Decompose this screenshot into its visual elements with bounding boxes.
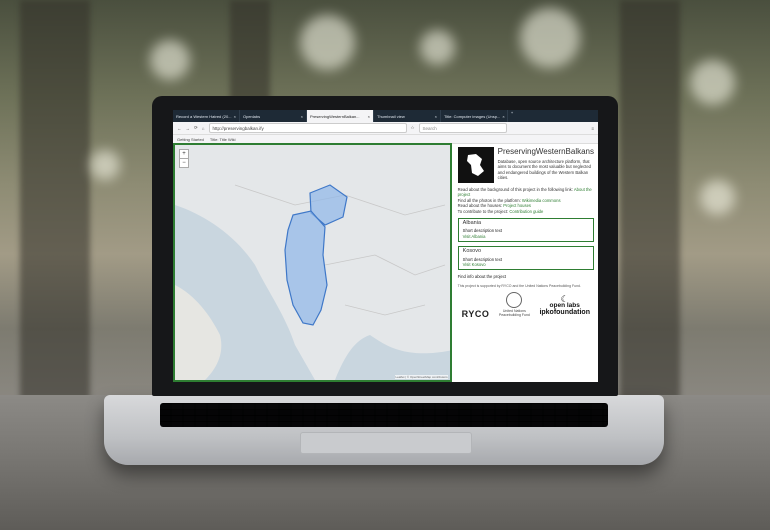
zoom-out-button[interactable]: −: [180, 158, 188, 167]
ipko-text: ipkofoundation: [539, 309, 590, 317]
zoom-control: + −: [179, 149, 189, 168]
tab-label: Title: Computer images (Unsp...: [444, 113, 501, 119]
map-silhouette-icon: [466, 154, 484, 176]
browser-tab-bar: Record a Western Hatred (20... × Openlabs…: [173, 110, 598, 122]
bg-text: Read about the background of this projec…: [457, 187, 573, 192]
reload-icon[interactable]: ⟳: [194, 125, 198, 131]
menu-icon[interactable]: ≡: [591, 126, 594, 131]
laptop-base: [104, 395, 664, 465]
un-logo: United Nations Peacebuilding Fund: [499, 292, 530, 317]
read-text: Read about the houses:: [457, 203, 503, 209]
tab-label: Record a Western Hatred (20...: [176, 113, 232, 119]
page-content: + − Leaflet | © OpenStreetMap contributo…: [173, 143, 598, 382]
card-title: Albania: [462, 220, 482, 227]
browser-nav-bar: ← → ⟳ ⌂ http://preservingbalkan.ify ☆ Se…: [173, 122, 598, 135]
un-globe-icon: [506, 292, 523, 309]
visit-link[interactable]: Visit Albania: [463, 234, 589, 239]
links-block: Read about the background of this projec…: [458, 187, 594, 214]
browser-tab[interactable]: Thumbnail view ×: [374, 110, 441, 122]
url-bar[interactable]: http://preservingbalkan.ify: [208, 123, 407, 133]
trackpad: [300, 432, 472, 454]
wikimedia-link[interactable]: Wikimedia commons: [522, 198, 561, 203]
page-title: PreservingWesternBalkans: [497, 147, 594, 156]
close-icon[interactable]: ×: [368, 114, 370, 119]
map-canvas: [175, 145, 450, 380]
visit-link[interactable]: Visit Kosovo: [463, 262, 589, 267]
tab-label: Thumbnail view: [377, 113, 405, 119]
bookmark-star-icon[interactable]: ☆: [411, 125, 415, 131]
un-text-2: Peacebuilding Fund: [498, 313, 530, 318]
search-input[interactable]: Search: [418, 123, 507, 133]
new-tab-icon[interactable]: +: [508, 110, 516, 122]
info-panel: PreservingWesternBalkans Database, open …: [452, 143, 598, 382]
search-placeholder: Search: [422, 125, 437, 131]
zoom-in-button[interactable]: +: [180, 150, 188, 158]
bookmark-item[interactable]: Getting Started: [177, 137, 204, 142]
browser-tab[interactable]: Record a Western Hatred (20... ×: [173, 110, 240, 122]
card-title: Kosovo: [462, 248, 482, 255]
country-card[interactable]: Kosovo Short description text Visit Koso…: [457, 246, 594, 271]
contrib-text: To contribute to the project:: [457, 208, 509, 214]
browser-tab-active[interactable]: PreservingWesternBalkan... ×: [307, 110, 374, 122]
close-icon[interactable]: ×: [435, 114, 437, 119]
houses-link[interactable]: Project houses: [503, 203, 531, 208]
close-icon[interactable]: ×: [234, 114, 236, 119]
back-icon[interactable]: ←: [177, 126, 182, 131]
browser-tab[interactable]: Title: Computer images (Unsp... ×: [441, 110, 508, 122]
ryco-logo: RYCO: [461, 308, 490, 319]
contribution-link[interactable]: Contribution guide: [509, 209, 543, 214]
footer-line: Find info about the project: [457, 274, 507, 280]
partner-logos: RYCO United Nations Peacebuilding Fund ☾…: [458, 292, 594, 319]
tab-label: Openlabs: [243, 113, 261, 119]
close-icon[interactable]: ×: [301, 114, 303, 119]
map-attribution: Leaflet | © OpenStreetMap contributors: [395, 375, 448, 379]
keyboard: [160, 403, 608, 427]
openlabs-text: open labs: [549, 302, 580, 310]
home-icon[interactable]: ⌂: [202, 126, 205, 131]
forward-icon[interactable]: →: [186, 126, 191, 131]
balkans-logo: [457, 147, 494, 183]
bookmark-item[interactable]: Title: Title Wiki: [210, 137, 236, 142]
support-text: This project is supported by RYCO and th…: [457, 283, 581, 288]
intro-text: Database, open source architecture platf…: [497, 159, 591, 181]
laptop-screen: Record a Western Hatred (20... × Openlabs…: [173, 110, 598, 382]
browser-tab[interactable]: Openlabs ×: [240, 110, 307, 122]
country-card[interactable]: Albania Short description text Visit Alb…: [457, 218, 594, 243]
openlabs-logo: ☾ open labs ipkofoundation: [539, 294, 590, 317]
tab-label: PreservingWesternBalkan...: [310, 113, 360, 119]
close-icon[interactable]: ×: [502, 114, 504, 119]
map-view[interactable]: + − Leaflet | © OpenStreetMap contributo…: [173, 143, 452, 382]
url-text: http://preservingbalkan.ify: [212, 125, 264, 131]
find-text: Find all the photos in the platform:: [457, 197, 521, 203]
